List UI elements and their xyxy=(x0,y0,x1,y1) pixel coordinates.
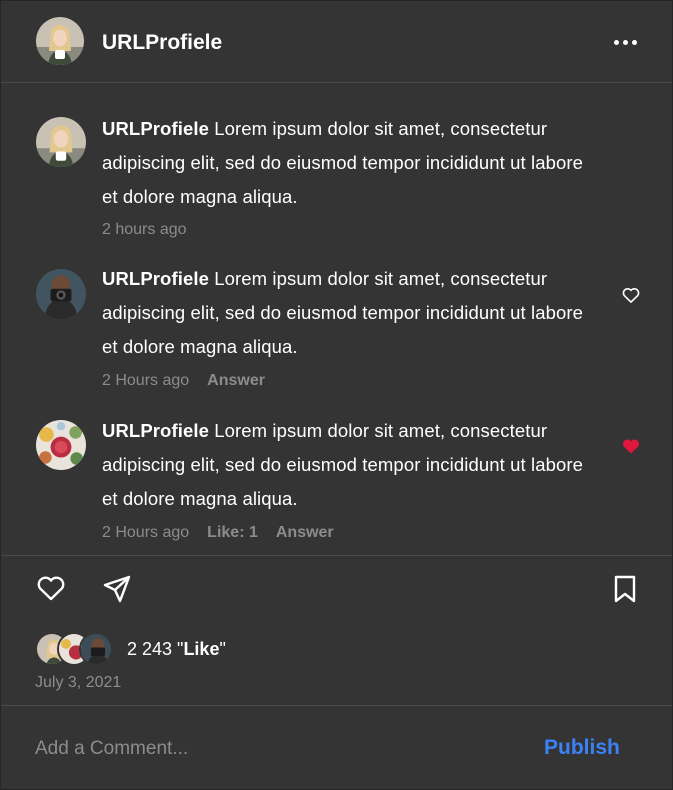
publish-button[interactable]: Publish xyxy=(544,736,620,760)
comment-body: URLProfiele Lorem ipsum dolor sit amet, … xyxy=(102,262,592,364)
comment-time: 2 Hours ago xyxy=(102,524,190,541)
like-word: Like xyxy=(183,638,220,659)
comment-composer: Publish xyxy=(1,705,672,790)
comment-avatar[interactable] xyxy=(36,420,86,470)
post-header: URLProfiele xyxy=(1,1,672,83)
answer-button[interactable]: Answer xyxy=(207,371,265,391)
comment-meta: 2 hours ago xyxy=(102,220,187,240)
share-icon[interactable] xyxy=(101,573,133,605)
comment-avatar[interactable] xyxy=(36,269,86,319)
heart-outline-icon[interactable] xyxy=(621,285,641,305)
comment-body: URLProfiele Lorem ipsum dolor sit amet, … xyxy=(102,112,602,214)
comment-body: URLProfiele Lorem ipsum dolor sit amet, … xyxy=(102,414,592,516)
heart-icon[interactable] xyxy=(35,572,67,604)
heart-filled-icon[interactable] xyxy=(621,436,641,456)
post-likes[interactable]: 2 243 "Like" xyxy=(35,632,226,666)
comment-avatar[interactable] xyxy=(36,117,86,167)
liker-avatars xyxy=(35,632,113,666)
profile-avatar[interactable] xyxy=(36,17,84,65)
comment-meta: 2 Hours ago Answer xyxy=(102,371,265,391)
liker-avatar xyxy=(79,632,113,666)
comment-input[interactable] xyxy=(35,732,505,766)
divider xyxy=(1,555,672,556)
comment-meta: 2 Hours ago Like: 1 Answer xyxy=(102,523,334,543)
answer-button[interactable]: Answer xyxy=(276,523,334,543)
comment-like-count[interactable]: Like: 1 xyxy=(207,523,258,543)
bookmark-icon[interactable] xyxy=(610,574,640,604)
like-count-number: 2 243 xyxy=(127,638,173,659)
post-date: July 3, 2021 xyxy=(35,674,122,691)
more-options-icon[interactable] xyxy=(605,31,645,53)
comment-username[interactable]: URLProfiele xyxy=(102,118,209,139)
like-count: 2 243 "Like" xyxy=(127,638,226,659)
comment-username[interactable]: URLProfiele xyxy=(102,420,209,441)
comment-time: 2 hours ago xyxy=(102,221,187,238)
post-card: URLProfiele URLProfiele Lorem ipsum dolo… xyxy=(0,0,673,790)
comment-username[interactable]: URLProfiele xyxy=(102,268,209,289)
comment-time: 2 Hours ago xyxy=(102,372,190,389)
profile-username[interactable]: URLProfiele xyxy=(102,30,222,56)
